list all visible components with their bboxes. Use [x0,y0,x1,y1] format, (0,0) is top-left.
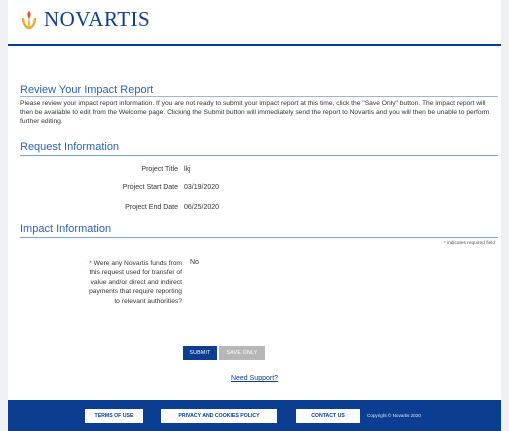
impact-info-divider [20,237,498,238]
funds-question-text: Were any Novartis funds from this reques… [89,260,182,305]
novartis-flame-icon [21,11,37,30]
required-asterisk-icon: * [443,241,446,246]
review-divider [20,96,498,97]
novartis-logo[interactable]: NOVARTIS [20,8,150,30]
review-title: Review Your Impact Report [20,84,154,96]
contact-us-link[interactable]: CONTACT US [296,409,360,423]
request-info-divider [20,155,498,156]
required-asterisk-icon: * [89,260,92,267]
required-field-note: * indicates required field [444,241,495,246]
project-end-date-value: 06/25/2020 [184,204,220,211]
funds-question-label: * Were any Novartis funds from this requ… [82,259,182,306]
project-title-value: lkj [184,166,191,173]
header-divider [8,44,501,46]
submit-button[interactable]: SUBMIT [183,346,217,360]
copyright-text: Copyright © Novartis 2020 [367,413,421,418]
required-field-text: indicates required field [447,241,495,246]
need-support-link[interactable]: Need Support? [8,375,501,382]
project-title-label: Project Title [141,166,178,173]
page: NOVARTIS Review Your Impact Report Pleas… [8,0,501,431]
footer: TERMS OF USE PRIVACY AND COOKIES POLICY … [8,400,501,431]
funds-question-answer: No [190,259,199,266]
privacy-policy-link[interactable]: PRIVACY AND COOKIES POLICY [161,409,277,423]
request-info-title: Request Information [20,141,120,153]
impact-info-title: Impact Information [20,223,112,235]
terms-of-use-link[interactable]: TERMS OF USE [85,409,143,423]
brand-name: NOVARTIS [44,7,151,31]
review-instructions: Please review your impact report informa… [20,100,490,126]
save-only-button[interactable]: SAVE ONLY [219,346,265,360]
project-start-date-value: 03/19/2020 [184,184,220,191]
project-end-date-label: Project End Date [125,204,178,211]
header: NOVARTIS [8,0,501,48]
project-start-date-label: Project Start Date [122,184,178,191]
